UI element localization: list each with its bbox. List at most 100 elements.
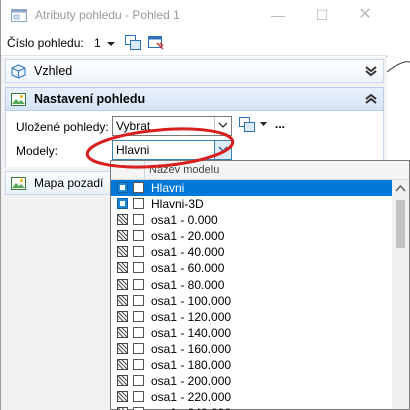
- model-display-checkbox[interactable]: [133, 278, 144, 290]
- close-button[interactable]: ✕: [350, 4, 380, 26]
- list-item[interactable]: Hlavni-3D: [111, 196, 392, 212]
- list-item[interactable]: osa1 - 100.000: [111, 293, 392, 309]
- list-item[interactable]: osa1 - 0.000: [111, 212, 392, 228]
- list-header: Název modelu: [111, 161, 409, 180]
- list-item[interactable]: osa1 - 220.000: [111, 389, 392, 405]
- saved-views-label: Uložené pohledy:: [16, 120, 109, 134]
- map-image-icon: [11, 177, 26, 190]
- 3d-model-icon: [117, 198, 128, 210]
- header-check-column[interactable]: [111, 161, 145, 179]
- model-name: osa1 - 60.000: [151, 261, 225, 276]
- model-display-checkbox[interactable]: [133, 310, 144, 322]
- drawing-model-icon: [117, 278, 128, 290]
- vertical-scrollbar[interactable]: [392, 180, 409, 409]
- maximize-button[interactable]: ☐: [307, 4, 337, 26]
- section-appearance-label: Vzhled: [34, 64, 73, 78]
- models-dropdown-button[interactable]: [214, 141, 231, 159]
- drawing-model-icon: [117, 391, 128, 403]
- drawing-model-icon: [117, 342, 128, 354]
- list-item[interactable]: osa1 - 140.000: [111, 325, 392, 341]
- list-item[interactable]: osa1 - 60.000: [111, 260, 392, 276]
- model-name: osa1 - 240.000: [151, 406, 231, 410]
- model-list: Hlavni Hlavni-3D osa1 - 0.000 osa1 - 20.000…: [111, 180, 392, 410]
- model-name-column-header[interactable]: Název modelu: [149, 164, 219, 176]
- 3d-model-icon: [117, 182, 128, 193]
- model-display-checkbox[interactable]: [133, 342, 144, 354]
- list-item[interactable]: osa1 - 200.000: [111, 373, 392, 389]
- chevron-double-up-icon[interactable]: [365, 93, 377, 105]
- chevron-down-icon: [218, 146, 228, 152]
- copy-view-icon[interactable]: [238, 116, 256, 133]
- models-combo[interactable]: Hlavni: [112, 140, 232, 160]
- list-item[interactable]: osa1 - 40.000: [111, 244, 392, 260]
- model-display-checkbox[interactable]: [133, 294, 144, 306]
- model-name: osa1 - 100.000: [151, 293, 232, 308]
- model-name: osa1 - 20.000: [151, 229, 225, 244]
- model-name: osa1 - 120.000: [151, 309, 232, 324]
- chevron-double-down-icon[interactable]: [365, 65, 377, 77]
- section-background-map-label: Mapa pozadí: [34, 176, 104, 190]
- model-display-checkbox[interactable]: [133, 391, 144, 403]
- drawing-model-icon: [117, 375, 128, 387]
- list-item[interactable]: osa1 - 160.000: [111, 341, 392, 357]
- list-item[interactable]: osa1 - 120.000: [111, 309, 392, 325]
- model-name: osa1 - 40.000: [151, 245, 225, 260]
- drawing-model-icon: [117, 246, 128, 258]
- view-number-label: Číslo pohledu:: [7, 36, 84, 50]
- model-display-checkbox[interactable]: [133, 214, 144, 226]
- list-item[interactable]: osa1 - 80.000: [111, 277, 392, 293]
- list-item[interactable]: osa1 - 180.000: [111, 357, 392, 373]
- drawing-model-icon: [117, 214, 128, 226]
- scroll-thumb[interactable]: [396, 200, 405, 248]
- drawing-model-icon: [117, 359, 128, 371]
- drawing-model-icon: [117, 262, 128, 274]
- section-background-map[interactable]: Mapa pozadí: [5, 171, 112, 195]
- model-name: osa1 - 160.000: [151, 341, 232, 356]
- scroll-up-arrow-icon[interactable]: [392, 180, 409, 197]
- view-number-select[interactable]: 1: [94, 36, 101, 50]
- copy-view-icon[interactable]: [124, 34, 142, 51]
- model-display-checkbox[interactable]: [133, 198, 144, 210]
- cube-icon: [11, 64, 26, 79]
- model-name: osa1 - 140.000: [151, 325, 232, 340]
- chevron-down-icon: [218, 122, 228, 128]
- model-name: osa1 - 200.000: [151, 374, 232, 389]
- section-view-settings-label: Nastavení pohledu: [34, 92, 146, 106]
- model-name: Hlavni: [151, 181, 185, 195]
- landscape-image-icon: [11, 93, 26, 106]
- model-display-checkbox[interactable]: [133, 230, 144, 242]
- model-display-checkbox[interactable]: [133, 182, 144, 193]
- model-display-checkbox[interactable]: [133, 246, 144, 258]
- model-display-checkbox[interactable]: [133, 326, 144, 338]
- minimize-button[interactable]: —: [263, 4, 293, 26]
- view-properties-icon[interactable]: [147, 34, 165, 51]
- drawing-model-icon: [117, 326, 128, 338]
- models-dropdown-list[interactable]: Název modelu Hlavni Hlavni-3D osa1 - 0.000…: [110, 160, 410, 410]
- models-value: Hlavni: [116, 143, 150, 157]
- drawing-model-icon: [117, 294, 128, 306]
- model-name: osa1 - 180.000: [151, 358, 232, 373]
- model-display-checkbox[interactable]: [133, 359, 144, 371]
- background-canvas: [387, 0, 410, 160]
- saved-views-combo[interactable]: Vybrat: [112, 116, 232, 136]
- model-name: osa1 - 0.000: [151, 213, 218, 228]
- list-item[interactable]: osa1 - 20.000: [111, 228, 392, 244]
- models-label: Modely:: [16, 144, 59, 158]
- saved-views-dropdown-button[interactable]: [214, 117, 231, 135]
- section-view-settings[interactable]: Nastavení pohledu: [5, 87, 384, 111]
- saved-views-value: Vybrat: [116, 119, 151, 133]
- model-name: osa1 - 80.000: [151, 277, 225, 292]
- more-options-button[interactable]: ...: [275, 117, 285, 131]
- drawing-model-icon: [117, 230, 128, 242]
- model-name: Hlavni-3D: [151, 197, 204, 212]
- list-item[interactable]: osa1 - 240.000: [111, 405, 392, 410]
- title-bar[interactable]: Atributy pohledu - Pohled 1 — ☐ ✕: [1, 0, 387, 30]
- window-title: Atributy pohledu - Pohled 1: [35, 8, 180, 22]
- view-settings-body: Uložené pohledy: Vybrat ... Modely: Hlav…: [5, 111, 384, 167]
- model-display-checkbox[interactable]: [133, 375, 144, 387]
- section-appearance[interactable]: Vzhled: [5, 59, 384, 83]
- list-item[interactable]: Hlavni: [111, 180, 392, 197]
- caret-down-icon[interactable]: [260, 122, 267, 127]
- model-display-checkbox[interactable]: [133, 262, 144, 274]
- chevron-down-icon[interactable]: [107, 40, 115, 48]
